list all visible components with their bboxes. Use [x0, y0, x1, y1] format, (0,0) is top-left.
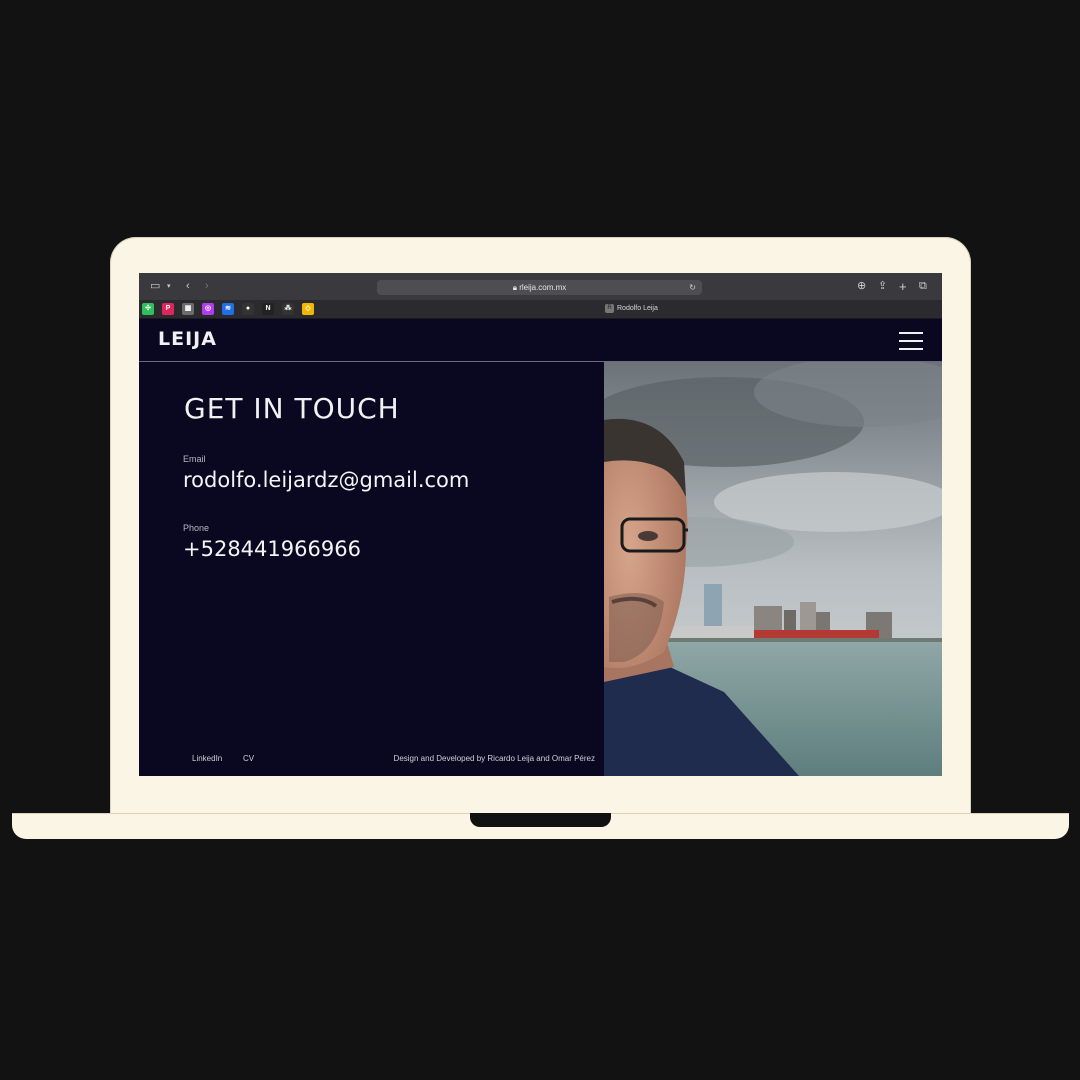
app-icon-5[interactable]: ≋: [222, 303, 234, 315]
tab-bar: [139, 300, 942, 319]
linkedin-link[interactable]: LinkedIn: [192, 754, 222, 763]
app-icon-3[interactable]: ▦: [182, 303, 194, 315]
page-title: GET IN TOUCH: [184, 392, 400, 425]
back-icon[interactable]: ‹: [186, 273, 190, 300]
active-tab[interactable]: R Rodolfo Leija: [605, 300, 658, 318]
cv-link[interactable]: CV: [243, 754, 254, 763]
tab-favicon: R: [605, 303, 614, 313]
forward-icon[interactable]: ›: [205, 273, 209, 300]
github-icon[interactable]: ●: [242, 303, 254, 315]
app-icon-7[interactable]: N: [262, 303, 274, 315]
tab-title: Rodolfo Leija: [617, 305, 658, 312]
phone-link[interactable]: +528441966966: [183, 537, 361, 561]
site-header: LEIJA: [139, 319, 942, 362]
email-link[interactable]: rodolfo.leijardz@gmail.com: [183, 468, 469, 492]
address-bar[interactable]: 🔒︎ rleija.com.mx ↻: [377, 280, 702, 295]
email-label: Email: [183, 454, 206, 464]
app-icon-8[interactable]: ⁂: [282, 303, 294, 315]
browser-toolbar: ▭ ▾ ‹ › 🔒︎ rleija.com.mx ↻ ⊕ ⇪ + ⧉: [139, 273, 942, 300]
footer-credit: Design and Developed by Ricardo Leija an…: [393, 754, 595, 763]
app-icon-2[interactable]: P: [162, 303, 174, 315]
phone-label: Phone: [183, 523, 210, 533]
portrait-photo: [604, 362, 942, 776]
app-icon-1[interactable]: ✣: [142, 303, 154, 315]
tab-overview-icon[interactable]: ⧉: [919, 273, 927, 300]
contact-section: GET IN TOUCH Email rodolfo.leijardz@gmai…: [139, 362, 604, 776]
url-text: rleija.com.mx: [519, 283, 567, 292]
site-logo[interactable]: LEIJA: [158, 328, 217, 350]
laptop-screen: ▭ ▾ ‹ › 🔒︎ rleija.com.mx ↻ ⊕ ⇪ + ⧉ ✣ P ▦ ◎ ≋…: [139, 273, 942, 776]
app-icon-9[interactable]: ◇: [302, 303, 314, 315]
share-icon[interactable]: ⇪: [878, 273, 887, 300]
download-icon[interactable]: ⊕: [857, 273, 866, 300]
laptop-notch: [470, 813, 611, 827]
menu-icon[interactable]: [899, 332, 923, 350]
lock-icon: 🔒︎: [512, 283, 517, 292]
sidebar-icon[interactable]: ▭: [150, 273, 160, 300]
reload-icon[interactable]: ↻: [689, 280, 696, 295]
app-icon-4[interactable]: ◎: [202, 303, 214, 315]
new-tab-icon[interactable]: +: [899, 273, 907, 300]
chevron-down-icon[interactable]: ▾: [167, 273, 171, 300]
